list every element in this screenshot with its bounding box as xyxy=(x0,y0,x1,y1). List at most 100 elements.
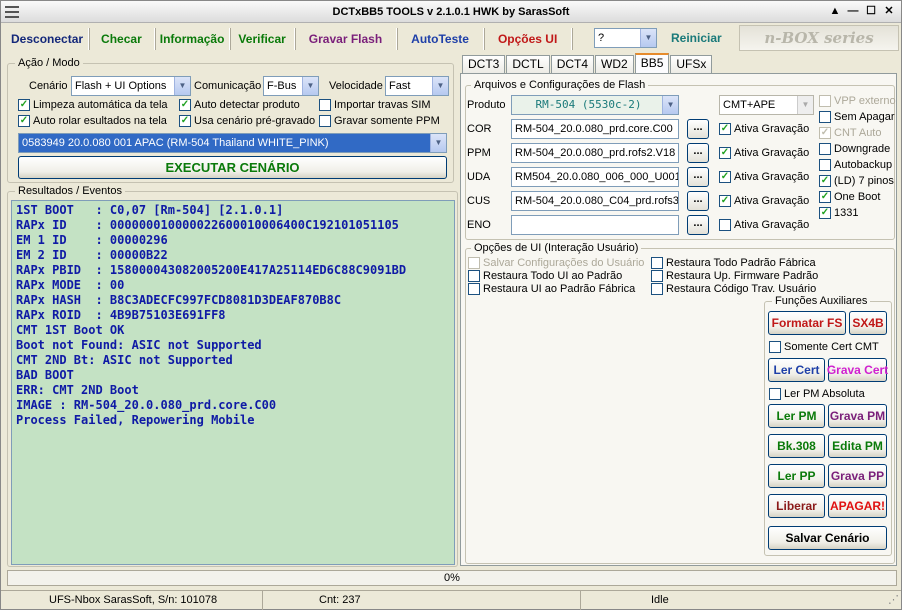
read-pp-button[interactable]: Ler PP xyxy=(768,464,825,488)
checkbox[interactable] xyxy=(769,388,781,400)
resize-grip-icon[interactable]: ⋰ xyxy=(881,591,899,610)
opt-only-cert[interactable]: Somente Cert CMT xyxy=(769,341,879,353)
checkbox[interactable] xyxy=(819,159,831,171)
browse-button[interactable]: ... xyxy=(687,215,709,235)
checkbox[interactable] xyxy=(769,341,781,353)
tab-dct4[interactable]: DCT4 xyxy=(550,55,595,73)
opt-auto-clear[interactable]: ✓ Limpeza automática da tela xyxy=(18,99,168,111)
restart-button[interactable]: Reiniciar xyxy=(671,31,722,45)
check-button[interactable]: Checar xyxy=(89,28,155,50)
opt-ui-right[interactable]: Restaura Up. Firmware Padrão xyxy=(651,270,818,282)
checkbox[interactable] xyxy=(651,283,663,295)
checkbox[interactable]: ✓ xyxy=(719,171,731,183)
edit-pm-button[interactable]: Edita PM xyxy=(828,434,887,458)
opt-auto-scroll[interactable]: ✓ Auto rolar esultados na tela xyxy=(18,115,167,127)
scenario-select[interactable]: Flash + UI Options ▼ xyxy=(71,76,191,96)
checkbox[interactable] xyxy=(819,111,831,123)
write-pm-button[interactable]: Grava PM xyxy=(828,404,887,428)
opt-enable-flash[interactable]: ✓ Ativa Gravação xyxy=(719,171,809,183)
read-cert-button[interactable]: Ler Cert xyxy=(768,358,825,382)
tab-wd2[interactable]: WD2 xyxy=(595,55,634,73)
checkbox[interactable] xyxy=(651,270,663,282)
checkbox[interactable]: ✓ xyxy=(719,195,731,207)
checkbox[interactable]: ✓ xyxy=(819,207,831,219)
checkbox[interactable] xyxy=(468,270,480,282)
file-path-field[interactable]: RM-504_20.0.080_prd.core.C00 xyxy=(511,119,679,139)
browse-button[interactable]: ... xyxy=(687,191,709,211)
flash-button[interactable]: Gravar Flash xyxy=(295,28,398,50)
menu-icon[interactable] xyxy=(5,5,19,19)
checkbox[interactable]: ✓ xyxy=(819,127,831,139)
opt-flash-right[interactable]: ✓ One Boot xyxy=(819,191,880,203)
preset-select[interactable]: 0583949 20.0.080 001 APAC (RM-504 Thaila… xyxy=(18,133,447,153)
autotest-button[interactable]: AutoTeste xyxy=(397,28,484,50)
checkbox[interactable] xyxy=(719,219,731,231)
close-icon[interactable]: ✕ xyxy=(881,4,897,19)
opt-enable-flash[interactable]: ✓ Ativa Gravação xyxy=(719,147,809,159)
checkbox[interactable]: ✓ xyxy=(719,123,731,135)
execute-scenario-button[interactable]: EXECUTAR CENÁRIO xyxy=(18,156,447,179)
opt-auto-detect[interactable]: ✓ Auto detectar produto xyxy=(179,99,300,111)
checkbox[interactable] xyxy=(319,99,331,111)
opt-flash-right[interactable]: ✓ CNT Auto xyxy=(819,127,882,139)
opt-flash-right[interactable]: ✓ (LD) 7 pinos xyxy=(819,175,894,187)
opt-flash-right[interactable]: Autobackup xyxy=(819,159,892,171)
file-path-field[interactable]: RM504_20.0.080_006_000_U001 xyxy=(511,167,679,187)
tab-dctl[interactable]: DCTL xyxy=(506,55,550,73)
format-fs-button[interactable]: Formatar FS xyxy=(768,311,846,335)
comm-select[interactable]: F-Bus ▼ xyxy=(263,76,319,96)
erase-button[interactable]: APAGAR! xyxy=(828,494,887,518)
checkbox[interactable]: ✓ xyxy=(819,175,831,187)
file-path-field[interactable] xyxy=(511,215,679,235)
file-path-field[interactable]: RM-504_20.0.080_prd.rofs2.V18 xyxy=(511,143,679,163)
checkbox[interactable]: ✓ xyxy=(18,115,30,127)
write-cert-button[interactable]: Grava Cert xyxy=(827,358,888,382)
browse-button[interactable]: ... xyxy=(687,119,709,139)
opt-ui-left[interactable]: Salvar Configurações do Usuário xyxy=(468,257,644,269)
unlock-button[interactable]: Liberar xyxy=(768,494,825,518)
opt-enable-flash[interactable]: ✓ Ativa Gravação xyxy=(719,195,809,207)
sx4b-button[interactable]: SX4B xyxy=(849,311,887,335)
opt-flash-right[interactable]: VPP externo xyxy=(819,95,896,107)
opt-enable-flash[interactable]: Ativa Gravação xyxy=(719,219,809,231)
opt-ui-left[interactable]: Restaura UI ao Padrão Fábrica xyxy=(468,283,635,295)
info-button[interactable]: Informação xyxy=(155,28,231,50)
opt-preset-scenario[interactable]: ✓ Usa cenário pré-gravado xyxy=(179,115,315,127)
opt-flash-right[interactable]: Downgrade xyxy=(819,143,890,155)
minimize-icon[interactable]: — xyxy=(845,4,861,19)
checkbox[interactable]: ✓ xyxy=(179,115,191,127)
opt-import-sim[interactable]: Importar travas SIM xyxy=(319,99,431,111)
product-select[interactable]: RM-504 (5530c-2) ▼ xyxy=(511,95,679,115)
checkbox[interactable] xyxy=(319,115,331,127)
cmt-select[interactable]: CMT+APE ▼ xyxy=(719,95,814,115)
checkbox[interactable]: ✓ xyxy=(819,191,831,203)
help-select[interactable]: ? ▼ xyxy=(594,28,657,48)
opt-ui-right[interactable]: Restaura Código Trav. Usuário xyxy=(651,283,816,295)
opt-ui-left[interactable]: Restaura Todo UI ao Padrão xyxy=(468,270,622,282)
file-path-field[interactable]: RM-504_20.0.080_C04_prd.rofs3. xyxy=(511,191,679,211)
opt-enable-flash[interactable]: ✓ Ativa Gravação xyxy=(719,123,809,135)
checkbox[interactable] xyxy=(468,257,480,269)
results-console[interactable]: 1ST BOOT : C0,07 [Rm-504] [2.1.0.1] RAPx … xyxy=(11,200,455,565)
checkbox[interactable]: ✓ xyxy=(719,147,731,159)
browse-button[interactable]: ... xyxy=(687,167,709,187)
checkbox[interactable] xyxy=(651,257,663,269)
read-pm-button[interactable]: Ler PM xyxy=(768,404,825,428)
checkbox[interactable] xyxy=(819,95,831,107)
speed-select[interactable]: Fast ▼ xyxy=(385,76,449,96)
verify-button[interactable]: Verificar xyxy=(230,28,295,50)
opt-read-pm-abs[interactable]: Ler PM Absoluta xyxy=(769,388,865,400)
disconnect-button[interactable]: Desconectar xyxy=(6,28,90,50)
bk308-button[interactable]: Bk.308 xyxy=(768,434,825,458)
checkbox[interactable] xyxy=(819,143,831,155)
tab-ufsx[interactable]: UFSx xyxy=(670,55,713,73)
browse-button[interactable]: ... xyxy=(687,143,709,163)
opt-flash-right[interactable]: Sem Apagar xyxy=(819,111,895,123)
save-scenario-button[interactable]: Salvar Cenário xyxy=(768,526,887,550)
tab-dct3[interactable]: DCT3 xyxy=(462,55,506,73)
opt-ppm-only[interactable]: Gravar somente PPM xyxy=(319,115,440,127)
tab-bb5[interactable]: BB5 xyxy=(634,53,670,73)
maximize-icon[interactable]: ☐ xyxy=(863,4,879,19)
opt-ui-right[interactable]: Restaura Todo Padrão Fábrica xyxy=(651,257,816,269)
checkbox[interactable] xyxy=(468,283,480,295)
